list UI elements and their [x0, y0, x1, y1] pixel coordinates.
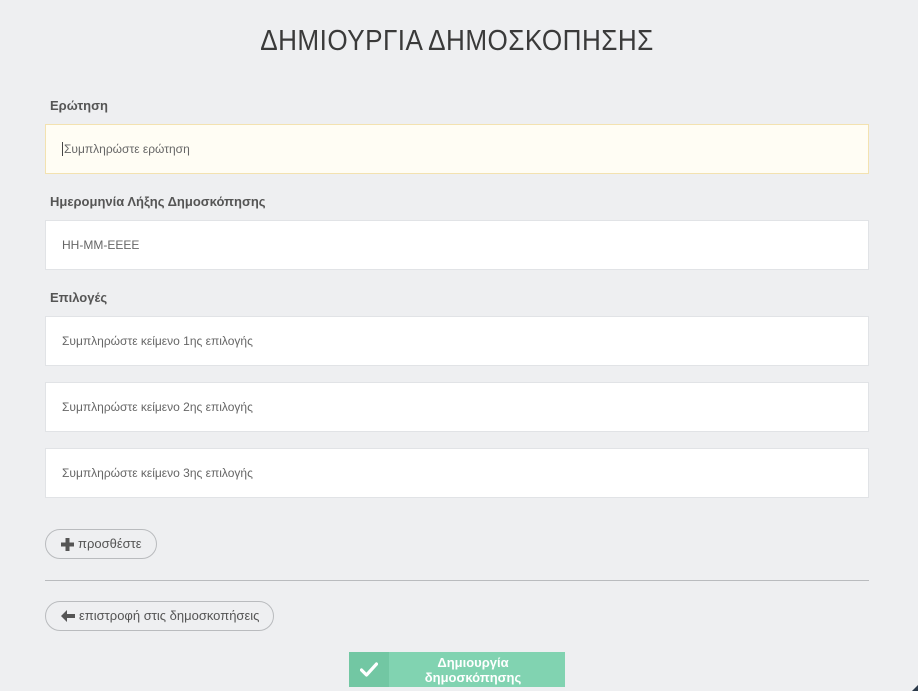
option-placeholder-3: Συμπληρώστε κείμενο 3ης επιλογής — [62, 466, 253, 480]
create-poll-label: Δημιουργία δημοσκόπησης — [424, 654, 522, 685]
end-date-input[interactable]: ΗΗ-ΜΜ-ΕΕΕΕ — [45, 220, 869, 270]
page-title: ΔΗΜΙΟΥΡΓΙΑ ΔΗΜΟΣΚΟΠΗΣΗΣ — [260, 25, 654, 57]
add-option-button[interactable]: προσθέστε — [45, 529, 157, 559]
question-input[interactable]: Συμπληρώστε ερώτηση — [45, 124, 869, 174]
add-option-label: προσθέστε — [78, 536, 142, 551]
option-placeholder-1: Συμπληρώστε κείμενο 1ης επιλογής — [62, 334, 253, 348]
back-to-polls-label: επιστροφή στις δημοσκοπήσεις — [79, 608, 260, 623]
option-input-2[interactable]: Συμπληρώστε κείμενο 2ης επιλογής — [45, 382, 869, 432]
check-icon-container — [349, 652, 389, 687]
option-input-1[interactable]: Συμπληρώστε κείμενο 1ης επιλογής — [45, 316, 869, 366]
options-label: Επιλογές — [50, 290, 108, 305]
end-date-placeholder: ΗΗ-ΜΜ-ΕΕΕΕ — [62, 238, 140, 252]
text-caret — [62, 141, 63, 156]
arrow-left-icon — [61, 610, 75, 622]
question-placeholder: Συμπληρώστε ερώτηση — [64, 142, 190, 156]
back-to-polls-button[interactable]: επιστροφή στις δημοσκοπήσεις — [45, 601, 275, 631]
option-input-3[interactable]: Συμπληρώστε κείμενο 3ης επιλογής — [45, 448, 869, 498]
end-date-label: Ημερομηνία Λήξης Δημοσκόπησης — [50, 194, 266, 209]
question-label: Ερώτηση — [50, 98, 108, 113]
plus-icon — [61, 537, 74, 551]
option-placeholder-2: Συμπληρώστε κείμενο 2ης επιλογής — [62, 400, 253, 414]
check-icon — [360, 662, 378, 677]
corner-decoration — [912, 685, 918, 691]
create-poll-button[interactable]: Δημιουργία δημοσκόπησης — [349, 652, 565, 687]
divider — [45, 580, 869, 581]
